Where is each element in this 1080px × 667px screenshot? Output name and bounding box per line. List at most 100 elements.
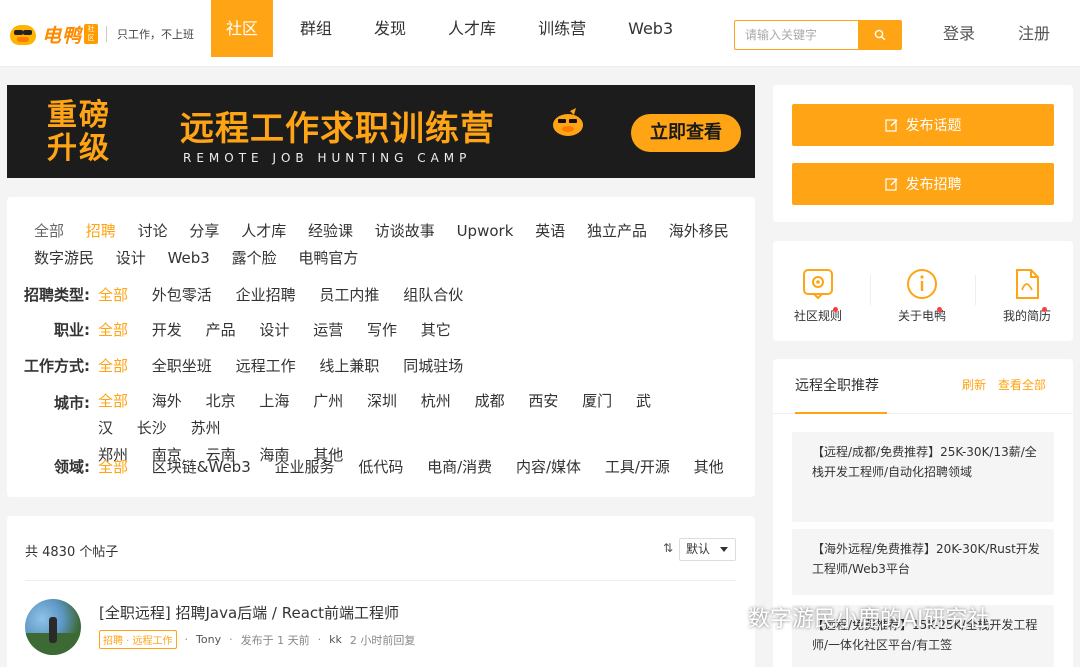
filter-option[interactable]: 全职坐班 <box>152 357 212 375</box>
filter-option[interactable]: 海外 <box>152 392 182 410</box>
filter-option[interactable]: 全部 <box>98 357 128 375</box>
gear-badge-icon <box>803 269 833 300</box>
filter-label: 职业: <box>54 321 90 339</box>
category-share[interactable]: 分享 <box>189 222 219 240</box>
duck-mascot-icon <box>553 108 583 136</box>
filter-option[interactable]: 杭州 <box>421 392 451 410</box>
filter-option[interactable]: 组队合伙 <box>403 286 463 304</box>
post-tag[interactable]: 招聘 · 远程工作 <box>99 630 177 649</box>
filter-option[interactable]: 设计 <box>259 321 289 339</box>
nav-web3[interactable]: Web3 <box>613 0 688 57</box>
category-indie[interactable]: 独立产品 <box>587 222 647 240</box>
chevron-down-icon <box>720 547 728 552</box>
post-replier[interactable]: kk <box>329 633 342 646</box>
refresh-link[interactable]: 刷新 <box>962 378 986 392</box>
category-all[interactable]: 全部 <box>34 222 64 240</box>
quick-rules[interactable]: 社区规则 <box>783 268 853 324</box>
quick-resume[interactable]: 我的简历 <box>992 268 1062 324</box>
avatar[interactable] <box>25 599 81 655</box>
filter-option[interactable]: 企业招聘 <box>236 286 296 304</box>
category-discuss[interactable]: 讨论 <box>138 222 168 240</box>
category-official[interactable]: 电鸭官方 <box>298 249 358 267</box>
filter-option[interactable]: 厦门 <box>582 392 612 410</box>
post-title[interactable]: [全职远程] 招聘Java后端 / React前端工程师 <box>99 602 399 623</box>
filter-option[interactable]: 外包零活 <box>152 286 212 304</box>
training-camp-banner[interactable]: 重磅 升级 远程工作求职训练营 REMOTE JOB HUNTING CAMP … <box>7 85 755 178</box>
quick-about[interactable]: 关于电鸭 <box>887 268 957 324</box>
category-recruit[interactable]: 招聘 <box>86 222 116 240</box>
view-all-link[interactable]: 查看全部 <box>998 378 1046 392</box>
filter-option[interactable]: 其他 <box>694 458 724 476</box>
logo-divider <box>106 26 108 42</box>
nav-discover[interactable]: 发现 <box>359 0 421 57</box>
filter-option[interactable]: 产品 <box>206 321 236 339</box>
category-upwork[interactable]: Upwork <box>457 222 514 240</box>
filter-option[interactable]: 苏州 <box>191 419 221 437</box>
filter-option[interactable]: 全部 <box>98 286 128 304</box>
sort-icon: ⇅ <box>663 541 674 555</box>
filter-option[interactable]: 区块链&Web3 <box>152 458 251 476</box>
filter-option[interactable]: 工具/开源 <box>605 458 670 476</box>
category-immigration[interactable]: 海外移民 <box>669 222 729 240</box>
filter-option[interactable]: 深圳 <box>367 392 397 410</box>
filter-option[interactable]: 上海 <box>259 392 289 410</box>
filter-option[interactable]: 西安 <box>528 392 558 410</box>
sort-dropdown[interactable]: 默认 <box>679 538 736 561</box>
category-design[interactable]: 设计 <box>116 249 146 267</box>
recommend-card[interactable]: 【远程/成都/免费推荐】25K-30K/13薪/全栈开发工程师/自动化招聘领域 <box>792 432 1054 522</box>
filter-option[interactable]: 企业服务 <box>275 458 335 476</box>
post-author[interactable]: Tony <box>196 633 221 646</box>
filter-option[interactable]: 广州 <box>313 392 343 410</box>
filter-option[interactable]: 全部 <box>98 321 128 339</box>
filter-option[interactable]: 北京 <box>206 392 236 410</box>
category-interview[interactable]: 访谈故事 <box>375 222 435 240</box>
filter-option[interactable]: 全部 <box>98 392 128 410</box>
category-showface[interactable]: 露个脸 <box>232 249 277 267</box>
filter-option[interactable]: 写作 <box>367 321 397 339</box>
banner-view-button[interactable]: 立即查看 <box>631 114 741 152</box>
filter-option[interactable]: 长沙 <box>137 419 167 437</box>
register-link[interactable]: 注册 <box>1018 0 1050 67</box>
category-english[interactable]: 英语 <box>535 222 565 240</box>
search-input[interactable] <box>734 20 858 50</box>
nav-community[interactable]: 社区 <box>211 0 274 57</box>
publish-topic-button[interactable]: 发布话题 <box>792 104 1054 146</box>
filter-option[interactable]: 同城驻场 <box>403 357 463 375</box>
recommend-card[interactable]: 【海外远程/免费推荐】20K-30K/Rust开发工程师/Web3平台 <box>792 529 1054 595</box>
search-box <box>734 20 902 50</box>
login-link[interactable]: 登录 <box>943 0 975 67</box>
search-icon <box>874 29 886 41</box>
search-button[interactable] <box>858 20 902 50</box>
category-course[interactable]: 经验课 <box>308 222 353 240</box>
filter-option[interactable]: 运营 <box>313 321 343 339</box>
nav-talent[interactable]: 人才库 <box>433 0 511 57</box>
category-web3[interactable]: Web3 <box>168 249 210 267</box>
filter-option[interactable]: 线上兼职 <box>319 357 379 375</box>
category-row-2: 数字游民 设计 Web3 露个脸 电鸭官方 <box>34 247 375 268</box>
filter-option[interactable]: 全部 <box>98 458 128 476</box>
filter-option[interactable]: 内容/媒体 <box>516 458 581 476</box>
filter-job-type: 招聘类型: 全部 外包零活 企业招聘 员工内推 组队合伙 <box>22 284 482 305</box>
filter-option[interactable]: 其它 <box>421 321 451 339</box>
duck-logo-icon <box>8 21 38 47</box>
top-header: 电鸭 社区 只工作，不上班 社区 群组 发现 人才库 训练营 Web3 登录 注… <box>0 0 1080 67</box>
notification-dot <box>833 307 838 312</box>
filter-option[interactable]: 开发 <box>152 321 182 339</box>
filter-option[interactable]: 远程工作 <box>236 357 296 375</box>
notification-dot <box>937 307 942 312</box>
nav-training[interactable]: 训练营 <box>523 0 601 57</box>
filter-option[interactable]: 成都 <box>475 392 505 410</box>
logo-text: 电鸭 <box>42 24 83 47</box>
filter-option[interactable]: 员工内推 <box>319 286 379 304</box>
filter-option[interactable]: 电商/消费 <box>427 458 492 476</box>
publish-job-button[interactable]: 发布招聘 <box>792 163 1054 205</box>
category-nomad[interactable]: 数字游民 <box>34 249 94 267</box>
nav-groups[interactable]: 群组 <box>285 0 347 57</box>
publish-panel: 发布话题 发布招聘 <box>773 85 1073 222</box>
post-time: 发布于 1 天前 <box>240 633 310 647</box>
category-talent[interactable]: 人才库 <box>241 222 286 240</box>
site-logo[interactable]: 电鸭 社区 只工作，不上班 <box>8 18 194 50</box>
main-nav: 社区 群组 发现 人才库 训练营 Web3 <box>211 0 700 57</box>
recommend-title: 远程全职推荐 <box>795 378 879 394</box>
filter-option[interactable]: 低代码 <box>358 458 403 476</box>
